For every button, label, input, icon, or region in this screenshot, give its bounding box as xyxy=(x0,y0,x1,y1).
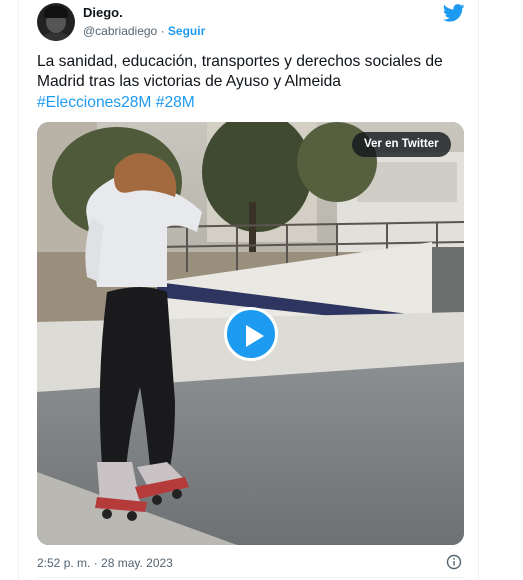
tweet-hashtags: #Elecciones28M #28M xyxy=(37,93,195,113)
card-border-left xyxy=(18,0,19,580)
twitter-bird-icon[interactable] xyxy=(443,4,465,22)
info-icon[interactable] xyxy=(446,554,462,570)
card-border-right xyxy=(478,0,479,580)
separator-dot: · xyxy=(160,24,165,38)
author-handle-row: @cabriadiego · Seguir xyxy=(83,24,205,38)
footer-divider xyxy=(37,577,464,578)
tweet-timestamp[interactable]: 2:52 p. m. · 28 may. 2023 xyxy=(37,556,173,570)
tweet-text: La sanidad, educación, transportes y der… xyxy=(37,53,443,90)
author-handle[interactable]: @cabriadiego xyxy=(83,24,157,38)
hashtag-elecciones28m[interactable]: #Elecciones28M xyxy=(37,94,151,111)
play-icon xyxy=(246,325,264,347)
view-on-twitter-button[interactable]: Ver en Twitter xyxy=(352,132,451,157)
author-name[interactable]: Diego. xyxy=(83,5,123,20)
avatar[interactable] xyxy=(37,3,75,41)
hashtag-28m[interactable]: #28M xyxy=(156,94,195,111)
play-button[interactable] xyxy=(224,307,278,361)
follow-button[interactable]: Seguir xyxy=(168,24,205,38)
